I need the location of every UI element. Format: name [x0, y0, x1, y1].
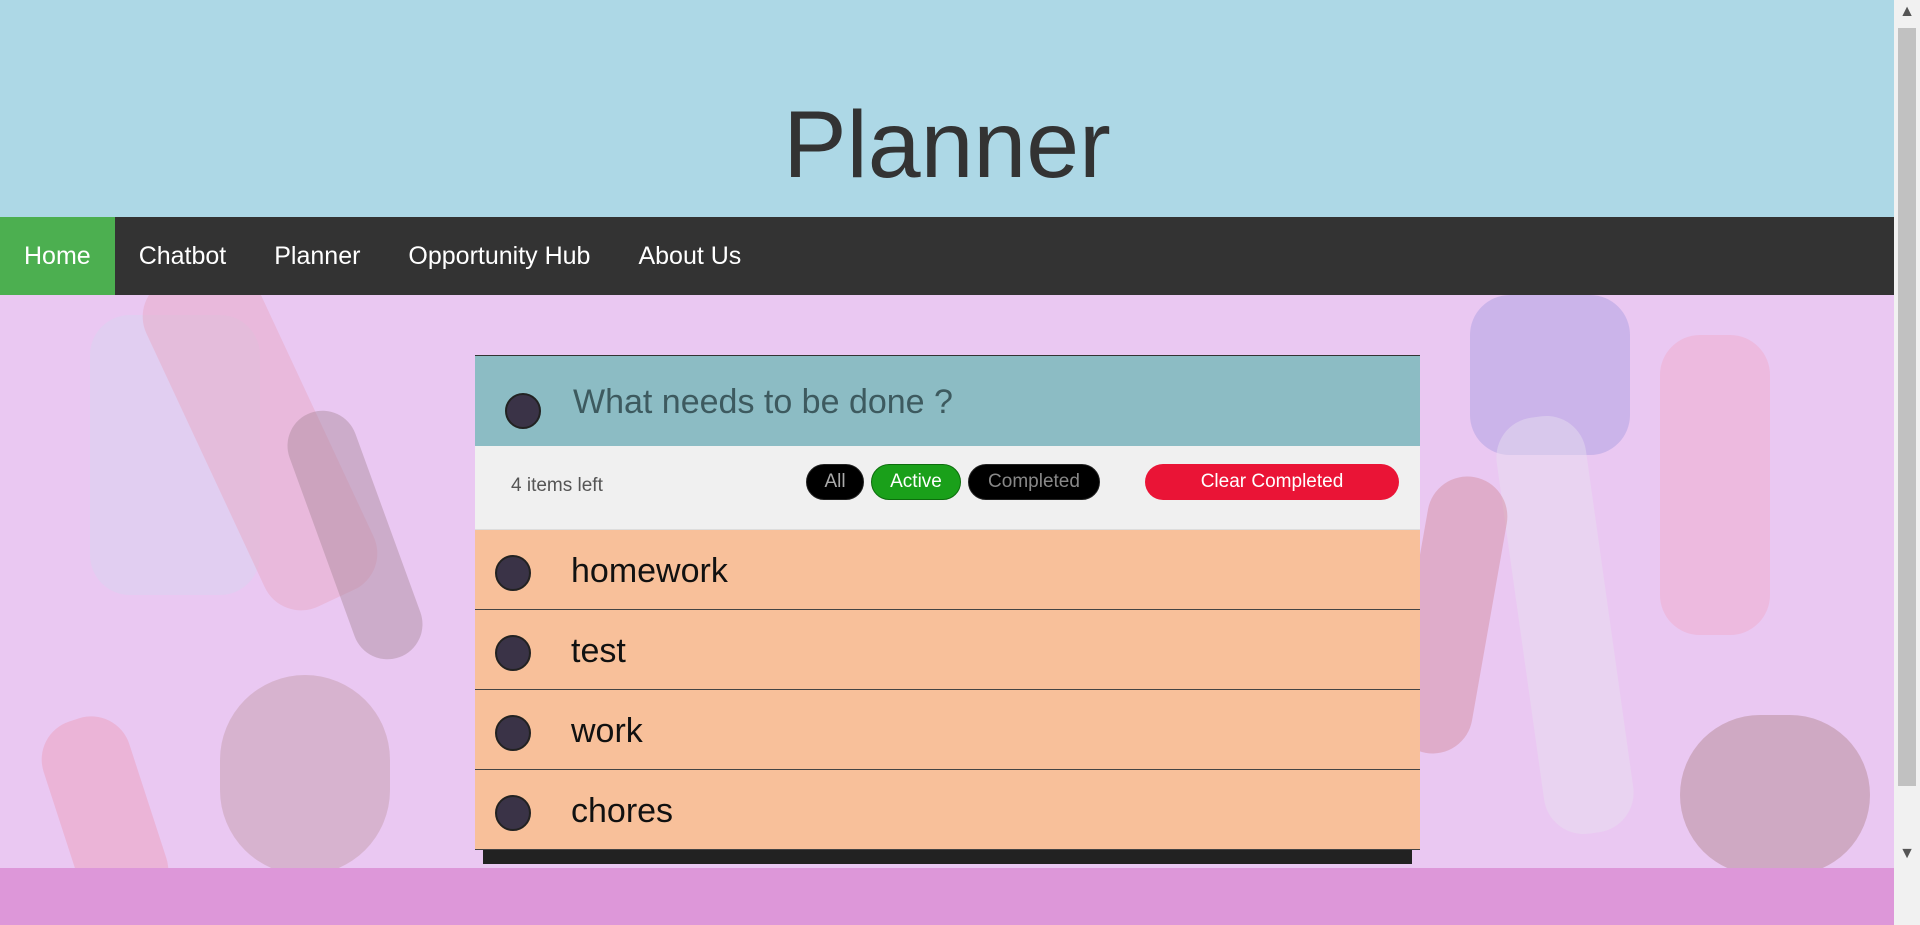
toggle-all-button[interactable] — [505, 393, 541, 429]
clear-completed-button[interactable]: Clear Completed — [1145, 464, 1399, 500]
new-todo-input[interactable] — [571, 376, 1395, 428]
nav-item-opportunity-hub[interactable]: Opportunity Hub — [384, 217, 614, 295]
illustration-shape — [220, 675, 390, 868]
todo-item-label[interactable]: homework — [571, 552, 728, 591]
item-complete-toggle[interactable] — [495, 555, 531, 591]
todo-item-label[interactable]: chores — [571, 792, 673, 831]
todo-item: chores — [475, 770, 1420, 850]
page: Planner Home Chatbot Planner Opportunity… — [0, 0, 1920, 925]
nav-item-about-us[interactable]: About Us — [614, 217, 765, 295]
todo-input-row — [475, 355, 1420, 446]
todo-app: 4 items left All Active Completed Clear … — [475, 355, 1420, 864]
item-complete-toggle[interactable] — [495, 795, 531, 831]
illustration-shape — [31, 705, 179, 868]
illustration-shape — [1680, 715, 1870, 868]
nav-item-chatbot[interactable]: Chatbot — [115, 217, 251, 295]
filter-all-button[interactable]: All — [806, 464, 864, 500]
header: Planner — [0, 0, 1894, 217]
page-title: Planner — [783, 92, 1111, 198]
navbar: Home Chatbot Planner Opportunity Hub Abo… — [0, 217, 1894, 295]
item-complete-toggle[interactable] — [495, 715, 531, 751]
scrollbar-thumb[interactable] — [1898, 28, 1916, 786]
todo-item-label[interactable]: work — [571, 712, 643, 751]
todo-stack-shadow — [483, 850, 1412, 864]
todo-item: work — [475, 690, 1420, 770]
vertical-scrollbar[interactable]: ▲ ▼ — [1894, 0, 1920, 925]
todo-item: test — [475, 610, 1420, 690]
todo-item: homework — [475, 530, 1420, 610]
todo-item-label[interactable]: test — [571, 632, 626, 671]
todo-toolbar: 4 items left All Active Completed Clear … — [475, 446, 1420, 530]
illustration-shape — [1660, 335, 1770, 635]
illustration-shape — [1491, 410, 1639, 840]
footer-band — [0, 868, 1894, 925]
scroll-up-icon[interactable]: ▲ — [1894, 0, 1920, 24]
filter-active-button[interactable]: Active — [871, 464, 961, 500]
scroll-down-icon[interactable]: ▼ — [1894, 842, 1920, 866]
nav-item-planner[interactable]: Planner — [250, 217, 384, 295]
filter-completed-button[interactable]: Completed — [968, 464, 1100, 500]
item-complete-toggle[interactable] — [495, 635, 531, 671]
nav-item-home[interactable]: Home — [0, 217, 115, 295]
items-left-count: 4 items left — [511, 475, 603, 496]
